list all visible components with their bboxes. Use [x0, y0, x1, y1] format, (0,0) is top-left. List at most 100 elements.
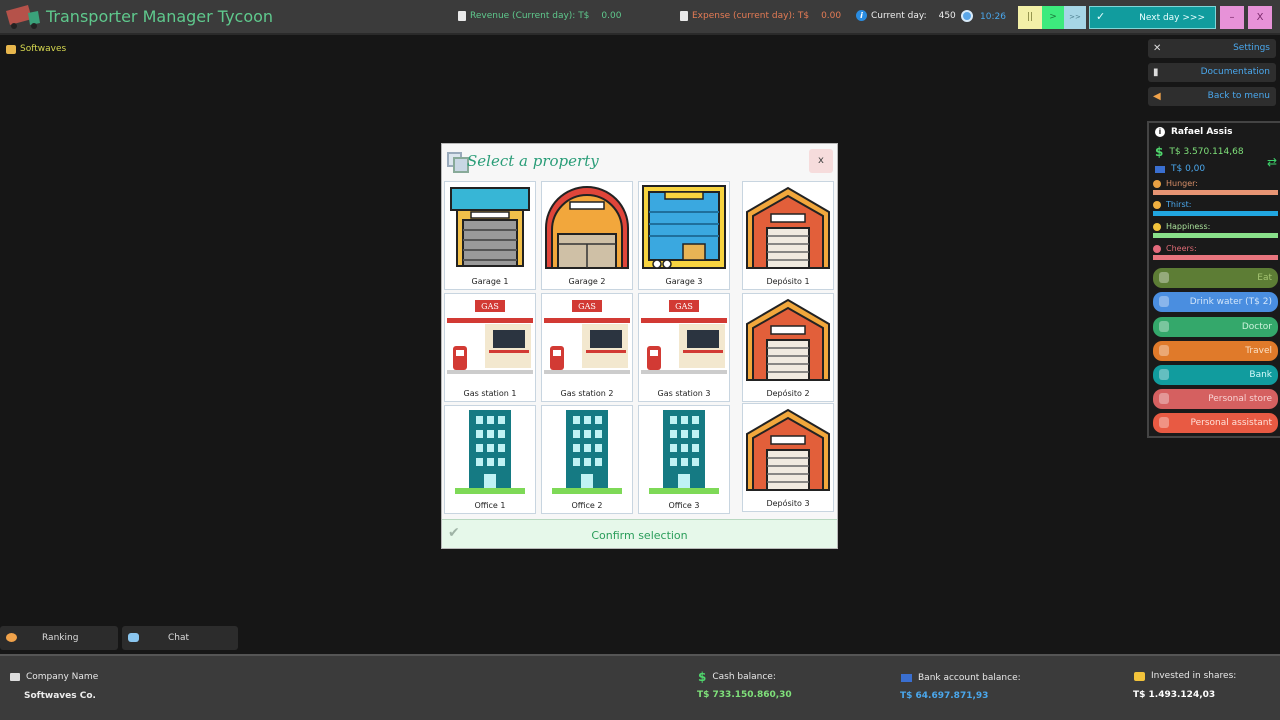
property-label: Depósito 1	[743, 277, 833, 286]
gas-sign-text: GAS	[578, 302, 596, 311]
cheers-label: Cheers:	[1166, 244, 1197, 253]
company-name-label: Company Name	[10, 672, 98, 682]
info-icon: i	[1155, 127, 1165, 137]
cheers-icon	[1153, 245, 1161, 253]
property-deposito-3[interactable]: Depósito 3	[742, 403, 834, 512]
hunger-need: Hunger:	[1153, 179, 1278, 195]
luggage-icon	[1159, 345, 1169, 356]
property-garage-3[interactable]: Garage 3	[638, 181, 730, 290]
next-day-button[interactable]: ✓ Next day >>>	[1089, 6, 1216, 29]
bank-icon	[1159, 369, 1169, 380]
office-building-icon	[445, 406, 535, 496]
cheers-bar	[1153, 255, 1278, 260]
property-gas-station-2[interactable]: GAS Gas station 2	[541, 293, 633, 402]
office-building-icon	[639, 406, 729, 496]
happiness-need: Happiness:	[1153, 222, 1278, 238]
expense-stat: Expense (current day): T$ 0.00	[680, 11, 841, 21]
personal-store-button[interactable]: Personal store	[1153, 389, 1278, 409]
clock-icon	[961, 10, 973, 22]
water-drop-icon	[1159, 296, 1169, 307]
property-deposito-1[interactable]: Depósito 1	[742, 181, 834, 290]
property-office-3[interactable]: Office 3	[638, 405, 730, 514]
back-to-menu-button[interactable]: ◀ Back to menu	[1148, 87, 1276, 106]
dialog-close-button[interactable]: x	[809, 149, 833, 173]
footer-bar: Company Name Softwaves Co. $ Cash balanc…	[0, 654, 1280, 720]
minimize-button[interactable]: –	[1220, 6, 1244, 29]
company-name-value: Softwaves Co.	[24, 691, 96, 701]
property-label: Gas station 3	[639, 389, 729, 398]
bank-balance-text: Bank account balance:	[918, 673, 1021, 683]
bank-balance-value: T$ 64.697.871,93	[900, 691, 988, 701]
cash-balance-value: T$ 733.150.860,30	[697, 690, 792, 700]
document-icon	[680, 11, 688, 21]
documentation-button[interactable]: ▮ Documentation	[1148, 63, 1276, 82]
player-name: i Rafael Assis	[1155, 127, 1232, 137]
play-button[interactable]: >	[1042, 6, 1064, 29]
player-cash-value: T$ 3.570.114,68	[1169, 147, 1243, 157]
revenue-label: Revenue (Current day): T$	[470, 11, 589, 21]
property-label: Garage 1	[445, 277, 535, 286]
drink-icon	[1153, 201, 1161, 209]
shares-label: Invested in shares:	[1134, 671, 1236, 681]
property-office-2[interactable]: Office 2	[541, 405, 633, 514]
property-label: Depósito 2	[743, 389, 833, 398]
pause-button[interactable]: ||	[1018, 6, 1042, 29]
property-label: Office 1	[445, 501, 535, 510]
trophy-icon	[6, 633, 17, 642]
document-icon	[458, 11, 466, 21]
truck-logo-icon	[4, 3, 42, 31]
confirm-selection-button[interactable]: ✔ Confirm selection	[442, 519, 837, 548]
personal-assistant-button[interactable]: Personal assistant	[1153, 413, 1278, 433]
refresh-icon[interactable]: ⇄	[1267, 155, 1277, 169]
property-label: Depósito 3	[743, 499, 833, 508]
property-label: Gas station 2	[542, 389, 632, 398]
thirst-bar	[1153, 211, 1278, 216]
thirst-label: Thirst:	[1166, 200, 1191, 209]
revenue-value: 0.00	[601, 11, 621, 21]
fast-forward-button[interactable]: >>	[1064, 6, 1086, 29]
bank-button[interactable]: Bank	[1153, 365, 1278, 385]
star-icon	[1153, 223, 1161, 231]
bank-card-icon	[901, 674, 912, 682]
eat-button[interactable]: Eat	[1153, 268, 1278, 288]
tools-icon: ✕	[1153, 43, 1161, 54]
property-garage-2[interactable]: Garage 2	[541, 181, 633, 290]
property-garage-1[interactable]: Garage 1	[444, 181, 536, 290]
documentation-label: Documentation	[1201, 67, 1270, 77]
doctor-button[interactable]: Doctor	[1153, 317, 1278, 337]
settings-button[interactable]: ✕ Settings	[1148, 39, 1276, 58]
property-label: Garage 3	[639, 277, 729, 286]
personal-assistant-label: Personal assistant	[1191, 418, 1272, 428]
property-label: Garage 2	[542, 277, 632, 286]
bank-label: Bank	[1249, 370, 1272, 380]
gas-station-icon: GAS	[639, 294, 729, 384]
travel-label: Travel	[1245, 346, 1272, 356]
clock-time: 10:26	[980, 12, 1006, 22]
property-gas-station-1[interactable]: GAS Gas station 1	[444, 293, 536, 402]
ranking-button[interactable]: Ranking	[0, 626, 118, 650]
cash-balance-text: Cash balance:	[712, 672, 776, 682]
player-name-label: Rafael Assis	[1171, 127, 1232, 137]
close-button[interactable]: X	[1248, 6, 1272, 29]
property-label: Office 3	[639, 501, 729, 510]
travel-button[interactable]: Travel	[1153, 341, 1278, 361]
current-day-value: 450	[939, 11, 956, 21]
property-office-1[interactable]: Office 1	[444, 405, 536, 514]
property-gas-station-3[interactable]: GAS Gas station 3	[638, 293, 730, 402]
player-bank: T$ 0,00	[1155, 164, 1205, 174]
confirm-selection-label: Confirm selection	[442, 529, 837, 542]
company-tag: Softwaves	[6, 44, 66, 54]
office-building-icon	[542, 406, 632, 496]
select-property-dialog: Select a property x Garage 1	[441, 143, 838, 549]
gas-sign-text: GAS	[675, 302, 693, 311]
assistant-icon	[1159, 417, 1169, 428]
doctor-icon	[1159, 321, 1169, 332]
chat-button[interactable]: Chat	[122, 626, 238, 650]
windows-icon	[447, 152, 462, 167]
company-tag-label: Softwaves	[20, 44, 66, 54]
chat-bubble-icon	[128, 633, 139, 642]
drink-water-button[interactable]: Drink water (T$ 2)	[1153, 292, 1278, 312]
shares-icon	[1134, 672, 1145, 681]
property-deposito-2[interactable]: Depósito 2	[742, 293, 834, 402]
company-icon	[6, 45, 16, 54]
